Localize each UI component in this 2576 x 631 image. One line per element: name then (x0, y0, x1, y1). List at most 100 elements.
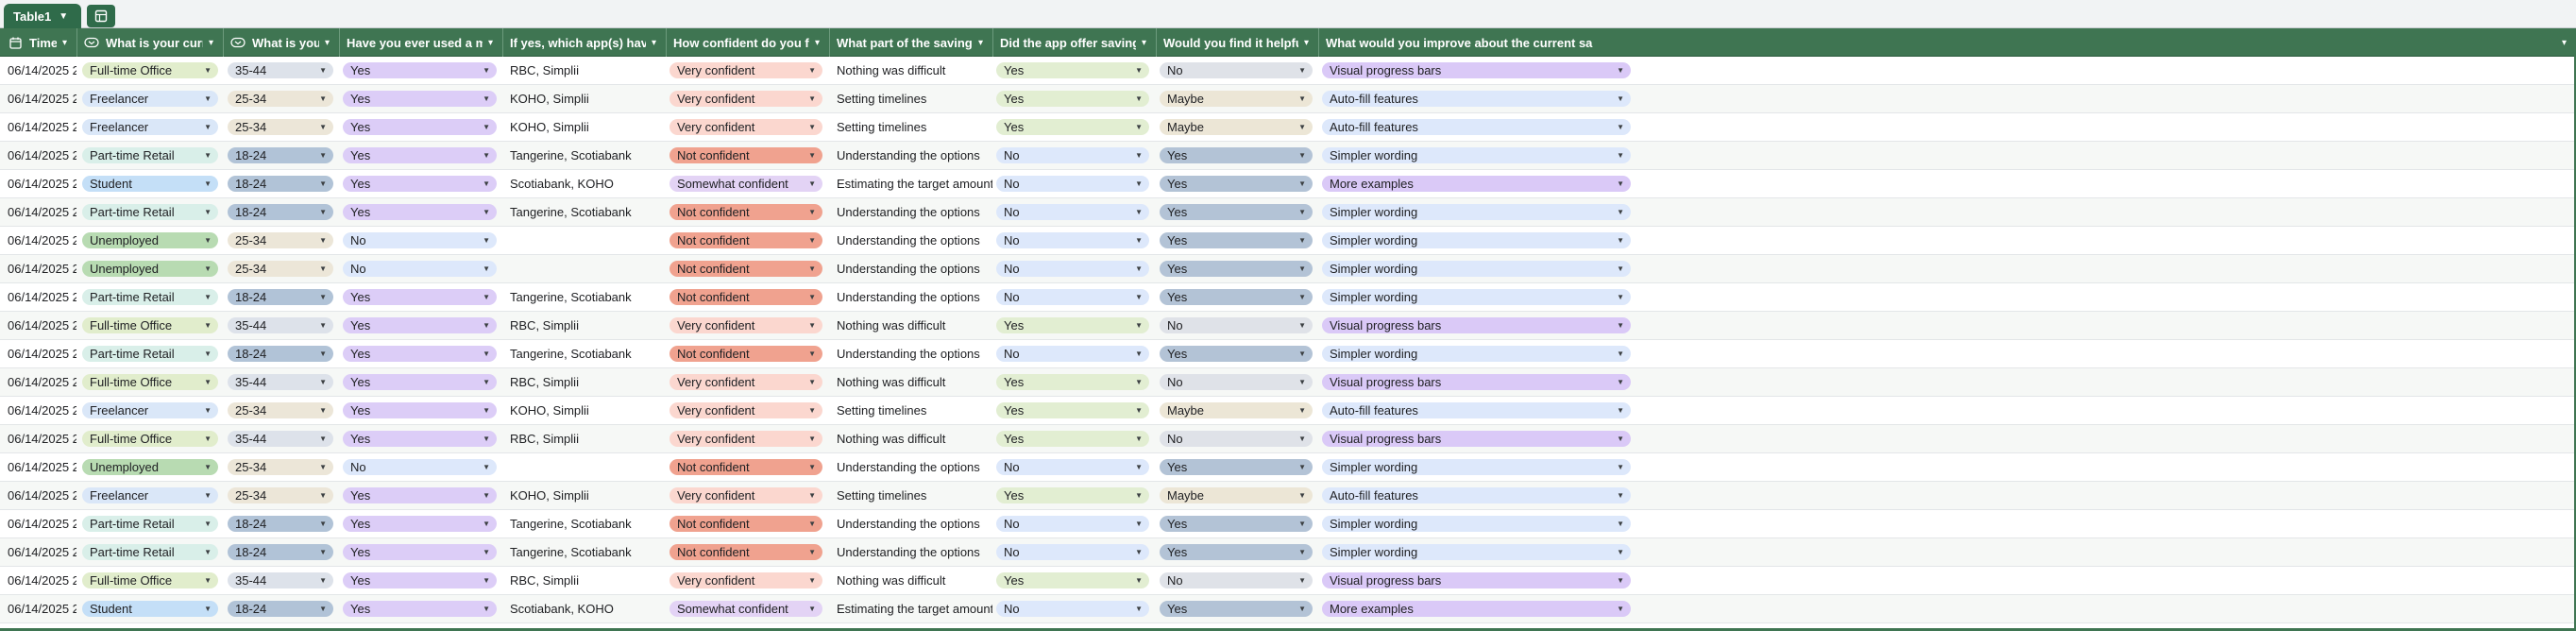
select-chip-improvements[interactable]: Simpler wording ▼ (1322, 147, 1631, 163)
dropdown-arrow-icon[interactable]: ▼ (319, 463, 327, 471)
cell-apps-used[interactable]: KOHO, Simplii (502, 85, 666, 112)
cell-difficult-part[interactable]: Nothing was difficult (829, 57, 992, 84)
dropdown-arrow-icon[interactable]: ▼ (1617, 179, 1624, 188)
dropdown-arrow-icon[interactable]: ▼ (483, 66, 490, 75)
cell-timestamp[interactable]: 06/14/2025 23:48:05 (0, 510, 76, 537)
cell-difficult-part[interactable]: Understanding the options (829, 142, 992, 169)
dropdown-arrow-icon[interactable]: ▼ (808, 236, 816, 245)
select-chip-used-banking-app[interactable]: Yes ▼ (343, 516, 497, 532)
column-header-confidence[interactable]: How confident do you feel when setting u… (666, 28, 829, 57)
select-chip-occupation[interactable]: Part-time Retail ▼ (82, 516, 218, 532)
dropdown-arrow-icon[interactable]: ▼ (204, 123, 212, 131)
dropdown-arrow-icon[interactable]: ▼ (1135, 406, 1143, 415)
column-divider[interactable] (1156, 28, 1157, 57)
dropdown-arrow-icon[interactable]: ▼ (1617, 520, 1624, 528)
select-chip-tailored-suggestions[interactable]: No ▼ (996, 176, 1149, 192)
cell-timestamp[interactable]: 06/14/2025 23:48:05 (0, 538, 76, 566)
chevron-down-icon[interactable]: ▾ (815, 38, 820, 48)
dropdown-arrow-icon[interactable]: ▼ (319, 264, 327, 273)
cell-timestamp[interactable]: 06/14/2025 23:48:05 (0, 368, 76, 396)
select-chip-used-banking-app[interactable]: Yes ▼ (343, 176, 497, 192)
table-row[interactable]: 06/14/2025 23:48:05Part-time Retail▼18-2… (0, 142, 2576, 170)
dropdown-arrow-icon[interactable]: ▼ (204, 520, 212, 528)
dropdown-arrow-icon[interactable]: ▼ (1617, 435, 1624, 443)
dropdown-arrow-icon[interactable]: ▼ (1135, 123, 1143, 131)
select-chip-age-group[interactable]: 35-44 ▼ (228, 431, 333, 447)
select-chip-improvements[interactable]: More examples ▼ (1322, 176, 1631, 192)
cell-timestamp[interactable]: 06/14/2025 23:48:05 (0, 170, 76, 197)
select-chip-occupation[interactable]: Part-time Retail ▼ (82, 544, 218, 560)
select-chip-helpful-recommendations[interactable]: Yes ▼ (1160, 232, 1313, 248)
chevron-down-icon[interactable]: ▾ (1142, 38, 1146, 48)
select-chip-age-group[interactable]: 18-24 ▼ (228, 289, 333, 305)
select-chip-improvements[interactable]: Visual progress bars ▼ (1322, 317, 1631, 333)
dropdown-arrow-icon[interactable]: ▼ (483, 236, 490, 245)
dropdown-arrow-icon[interactable]: ▼ (1617, 236, 1624, 245)
chevron-down-icon[interactable]: ▾ (1304, 38, 1309, 48)
dropdown-arrow-icon[interactable]: ▼ (1617, 151, 1624, 160)
dropdown-arrow-icon[interactable]: ▼ (319, 66, 327, 75)
cell-apps-used[interactable]: Tangerine, Scotiabank (502, 510, 666, 537)
cell-difficult-part[interactable]: Understanding the options (829, 255, 992, 282)
dropdown-arrow-icon[interactable]: ▼ (1298, 576, 1306, 585)
column-header-difficult-part[interactable]: What part of the savings goal setup was … (829, 28, 992, 57)
select-chip-helpful-recommendations[interactable]: Yes ▼ (1160, 346, 1313, 362)
cell-difficult-part[interactable]: Setting timelines (829, 397, 992, 424)
dropdown-arrow-icon[interactable]: ▼ (204, 264, 212, 273)
chevron-down-icon[interactable]: ▾ (488, 38, 493, 48)
cell-timestamp[interactable]: 06/14/2025 23:48:05 (0, 198, 76, 226)
select-chip-improvements[interactable]: Auto-fill features ▼ (1322, 119, 1631, 135)
cell-apps-used[interactable]: RBC, Simplii (502, 57, 666, 84)
table-row[interactable]: 06/14/2025 23:48:05Full-time Office▼35-4… (0, 567, 2576, 595)
dropdown-arrow-icon[interactable]: ▼ (204, 151, 212, 160)
dropdown-arrow-icon[interactable]: ▼ (808, 123, 816, 131)
select-chip-tailored-suggestions[interactable]: Yes ▼ (996, 62, 1149, 78)
select-chip-tailored-suggestions[interactable]: No ▼ (996, 544, 1149, 560)
cell-apps-used[interactable]: Scotiabank, KOHO (502, 595, 666, 622)
cell-apps-used[interactable]: KOHO, Simplii (502, 482, 666, 509)
dropdown-arrow-icon[interactable]: ▼ (808, 520, 816, 528)
select-chip-occupation[interactable]: Full-time Office ▼ (82, 572, 218, 588)
select-chip-used-banking-app[interactable]: Yes ▼ (343, 402, 497, 418)
select-chip-helpful-recommendations[interactable]: No ▼ (1160, 572, 1313, 588)
cell-timestamp[interactable]: 06/14/2025 23:48:05 (0, 425, 76, 452)
select-chip-confidence[interactable]: Very confident ▼ (669, 572, 822, 588)
dropdown-arrow-icon[interactable]: ▼ (1135, 66, 1143, 75)
cell-difficult-part[interactable]: Nothing was difficult (829, 567, 992, 594)
select-chip-improvements[interactable]: Visual progress bars ▼ (1322, 62, 1631, 78)
dropdown-arrow-icon[interactable]: ▼ (483, 293, 490, 301)
sheet-tab-table1[interactable]: Table1 ▼ (4, 4, 81, 28)
table-row[interactable]: 06/14/2025 23:48:05Part-time Retail▼18-2… (0, 283, 2576, 312)
chevron-down-icon[interactable]: ▾ (209, 38, 213, 48)
dropdown-arrow-icon[interactable]: ▼ (483, 350, 490, 358)
dropdown-arrow-icon[interactable]: ▼ (319, 491, 327, 500)
dropdown-arrow-icon[interactable]: ▼ (1135, 151, 1143, 160)
select-chip-helpful-recommendations[interactable]: Maybe ▼ (1160, 91, 1313, 107)
dropdown-arrow-icon[interactable]: ▼ (1617, 548, 1624, 556)
dropdown-arrow-icon[interactable]: ▼ (808, 151, 816, 160)
dropdown-arrow-icon[interactable]: ▼ (204, 94, 212, 103)
select-chip-occupation[interactable]: Student ▼ (82, 176, 218, 192)
dropdown-arrow-icon[interactable]: ▼ (1298, 179, 1306, 188)
dropdown-arrow-icon[interactable]: ▼ (808, 264, 816, 273)
cell-apps-used[interactable]: Tangerine, Scotiabank (502, 340, 666, 367)
select-chip-used-banking-app[interactable]: Yes ▼ (343, 204, 497, 220)
cell-apps-used[interactable]: RBC, Simplii (502, 312, 666, 339)
cell-timestamp[interactable]: 06/14/2025 23:48:05 (0, 283, 76, 311)
dropdown-arrow-icon[interactable]: ▼ (1135, 293, 1143, 301)
select-chip-used-banking-app[interactable]: Yes ▼ (343, 91, 497, 107)
select-chip-confidence[interactable]: Not confident ▼ (669, 261, 822, 277)
dropdown-arrow-icon[interactable]: ▼ (319, 123, 327, 131)
column-header-timestamp[interactable]: Timestamp ▾ (0, 28, 76, 57)
dropdown-arrow-icon[interactable]: ▼ (1135, 491, 1143, 500)
dropdown-arrow-icon[interactable]: ▼ (1135, 236, 1143, 245)
dropdown-arrow-icon[interactable]: ▼ (319, 293, 327, 301)
select-chip-helpful-recommendations[interactable]: Yes ▼ (1160, 601, 1313, 617)
dropdown-arrow-icon[interactable]: ▼ (204, 208, 212, 216)
cell-apps-used[interactable]: Tangerine, Scotiabank (502, 283, 666, 311)
cell-difficult-part[interactable]: Estimating the target amount (829, 595, 992, 622)
dropdown-arrow-icon[interactable]: ▼ (483, 491, 490, 500)
select-chip-improvements[interactable]: Simpler wording ▼ (1322, 289, 1631, 305)
select-chip-used-banking-app[interactable]: Yes ▼ (343, 544, 497, 560)
dropdown-arrow-icon[interactable]: ▼ (1298, 548, 1306, 556)
